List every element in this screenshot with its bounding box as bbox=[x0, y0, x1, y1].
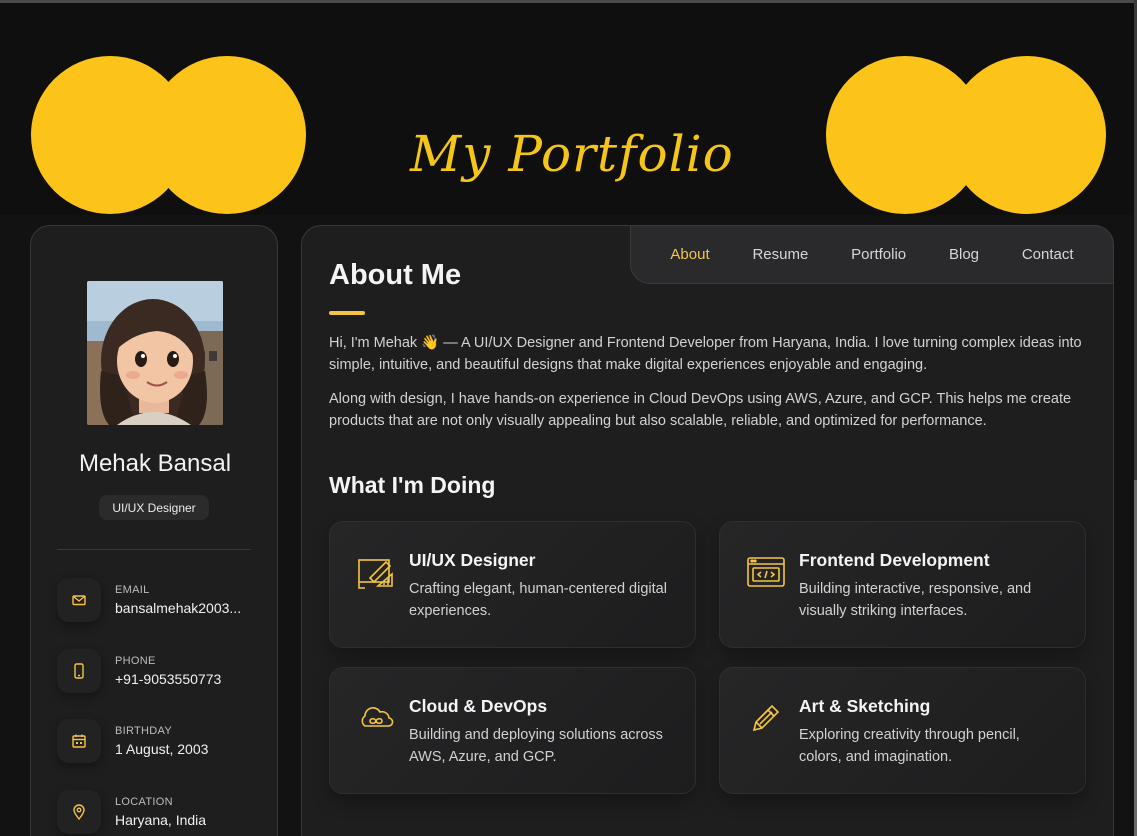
decor-circle bbox=[148, 56, 306, 214]
mail-icon bbox=[57, 578, 101, 622]
main-panel: About Resume Portfolio Blog Contact Abou… bbox=[301, 225, 1114, 836]
avatar bbox=[87, 281, 223, 425]
sidebar-divider bbox=[57, 549, 251, 550]
code-window-icon bbox=[746, 552, 786, 592]
title-underline bbox=[329, 311, 365, 315]
section-title-services: What I'm Doing bbox=[329, 472, 496, 498]
contact-label: EMAIL bbox=[115, 584, 150, 596]
service-card-uiux: UI/UX Designer Crafting elegant, human-c… bbox=[329, 521, 696, 648]
nav-contact[interactable]: Contact bbox=[1022, 246, 1074, 263]
service-text: Building and deploying solutions across … bbox=[409, 727, 663, 765]
service-title: Art & Sketching bbox=[799, 696, 931, 716]
email-link[interactable]: bansalmehak2003... bbox=[115, 600, 255, 616]
section-title-about: About Me bbox=[329, 259, 462, 291]
decor-circle bbox=[948, 56, 1106, 214]
cloud-infinity-icon bbox=[356, 698, 396, 738]
nav-portfolio[interactable]: Portfolio bbox=[851, 246, 906, 263]
contact-value: Haryana, India bbox=[115, 812, 207, 828]
service-card-art: Art & Sketching Exploring creativity thr… bbox=[719, 667, 1086, 794]
role-badge: UI/UX Designer bbox=[99, 495, 209, 520]
design-icon bbox=[356, 552, 396, 592]
pencil-icon bbox=[746, 698, 786, 738]
profile-sidebar: Mehak Bansal UI/UX Designer EMAIL bansal… bbox=[30, 225, 278, 836]
contact-label: LOCATION bbox=[115, 796, 173, 808]
service-title: Frontend Development bbox=[799, 550, 990, 570]
service-card-frontend: Frontend Development Building interactiv… bbox=[719, 521, 1086, 648]
service-text: Exploring creativity through pencil, col… bbox=[799, 727, 1020, 765]
service-text: Crafting elegant, human-centered digital… bbox=[409, 581, 667, 619]
contact-value: 1 August, 2003 bbox=[115, 741, 209, 757]
contact-item-email: EMAIL bansalmehak2003... bbox=[57, 578, 267, 626]
nav-blog[interactable]: Blog bbox=[949, 246, 979, 263]
service-card-cloud: Cloud & DevOps Building and deploying so… bbox=[329, 667, 696, 794]
service-text: Building interactive, responsive, and vi… bbox=[799, 581, 1032, 619]
contact-item-location: LOCATION Haryana, India bbox=[57, 790, 267, 836]
nav-about[interactable]: About bbox=[670, 246, 709, 263]
profile-name: Mehak Bansal bbox=[78, 450, 232, 477]
contact-label: PHONE bbox=[115, 655, 156, 667]
contact-item-birthday: BIRTHDAY 1 August, 2003 bbox=[57, 719, 267, 767]
calendar-icon bbox=[57, 719, 101, 763]
service-title: UI/UX Designer bbox=[409, 550, 536, 570]
navbar: About Resume Portfolio Blog Contact bbox=[630, 225, 1114, 284]
phone-icon bbox=[57, 649, 101, 693]
about-paragraph: Hi, I'm Mehak 👋 — A UI/UX Designer and F… bbox=[329, 335, 1082, 373]
contact-item-phone: PHONE +91-9053550773 bbox=[57, 649, 267, 697]
about-paragraph: Along with design, I have hands-on exper… bbox=[329, 391, 1072, 429]
page-title: My Portfolio bbox=[410, 125, 734, 183]
service-title: Cloud & DevOps bbox=[409, 696, 548, 716]
location-icon bbox=[57, 790, 101, 834]
nav-resume[interactable]: Resume bbox=[752, 246, 808, 263]
phone-link[interactable]: +91-9053550773 bbox=[115, 671, 255, 687]
header-banner: My Portfolio bbox=[0, 3, 1137, 215]
contact-label: BIRTHDAY bbox=[115, 725, 173, 737]
